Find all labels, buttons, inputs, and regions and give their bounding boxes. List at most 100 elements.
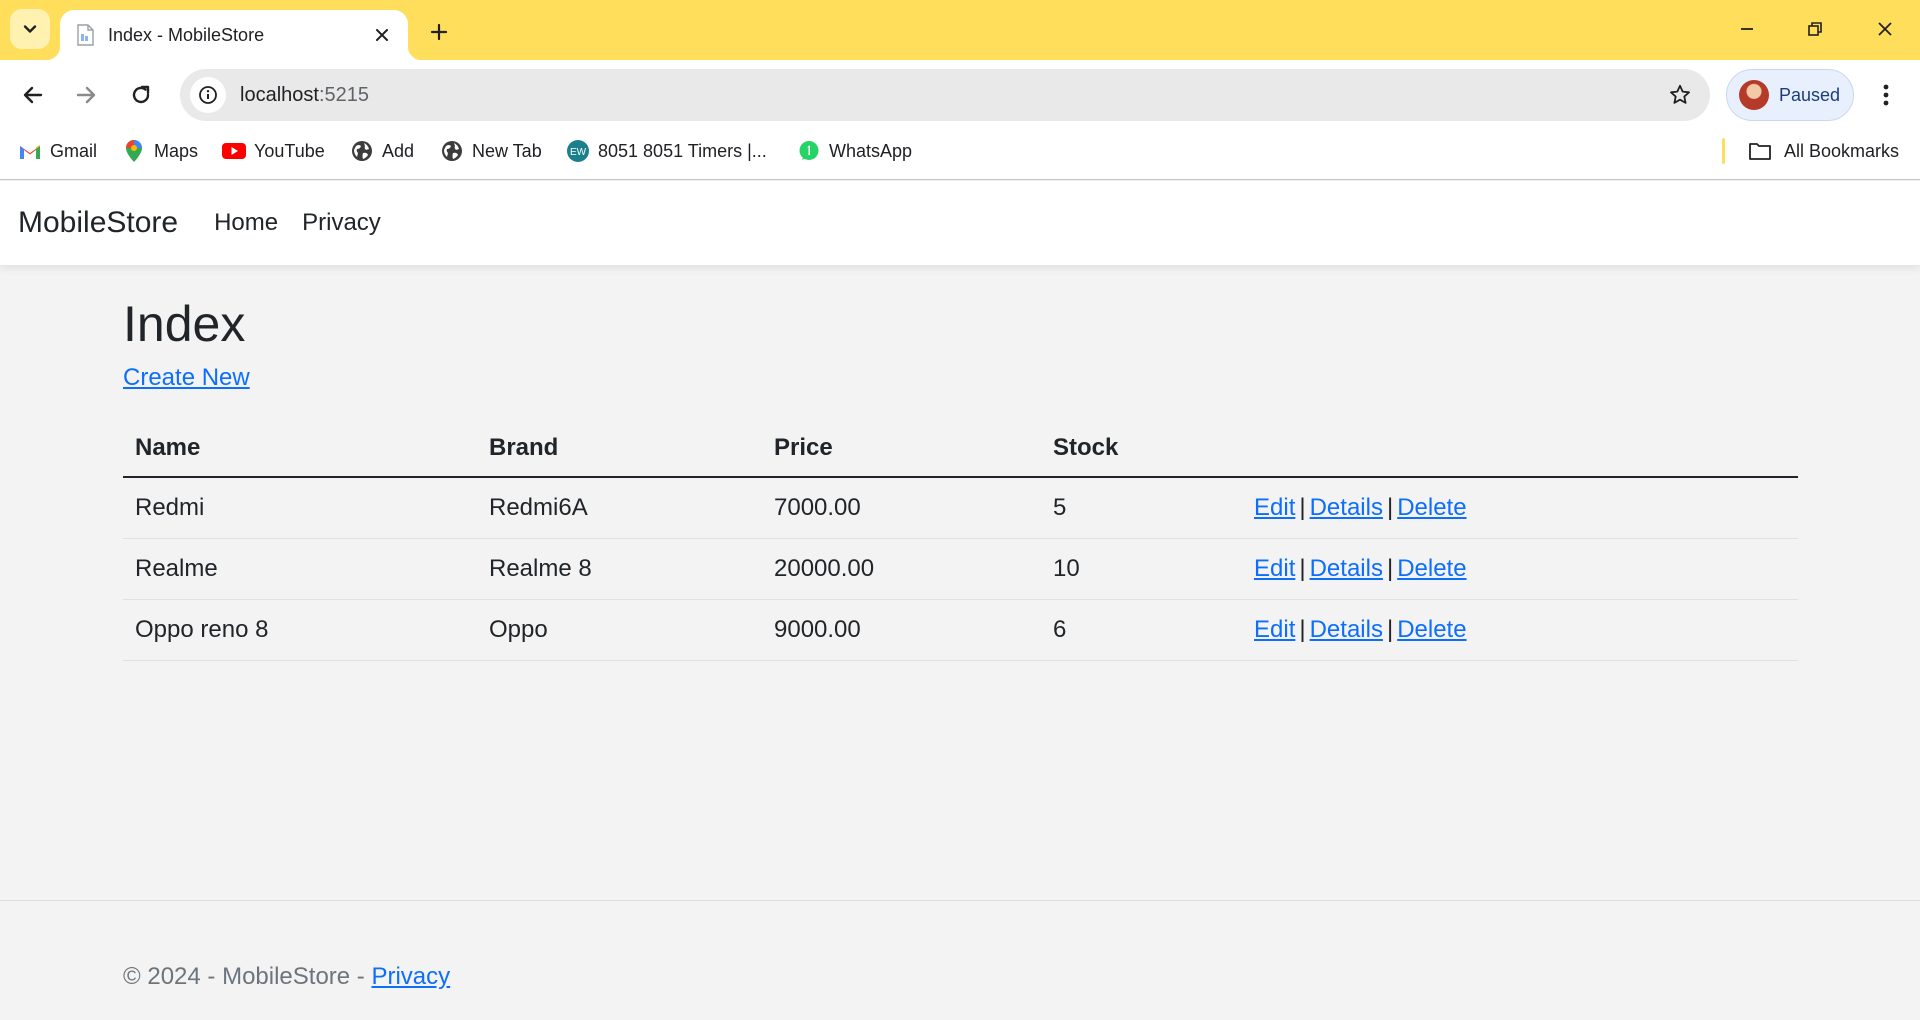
url-host: localhost [240, 83, 319, 106]
column-header-stock: Stock [1041, 422, 1242, 478]
cell-actions: Edit | Details | Delete [1242, 599, 1798, 661]
delete-link[interactable]: Delete [1397, 494, 1466, 521]
column-header-actions [1242, 422, 1798, 478]
footer-text: © 2024 - MobileStore - Privacy [123, 963, 450, 991]
copyright-text: © 2024 - MobileStore - [123, 963, 372, 990]
profile-status: Paused [1779, 84, 1841, 105]
nav-link-home[interactable]: Home [214, 209, 278, 237]
bookmark-youtube[interactable]: YouTube [222, 130, 325, 172]
forward-button[interactable] [65, 74, 107, 116]
bookmark-gmail[interactable]: Gmail [18, 130, 97, 172]
page-title: Index [123, 296, 246, 352]
more-vertical-icon [1883, 84, 1889, 106]
cell-name: Oppo reno 8 [123, 599, 477, 661]
bookmark-maps[interactable]: Maps [122, 130, 198, 172]
maps-icon [122, 139, 146, 163]
edit-link[interactable]: Edit [1254, 616, 1295, 643]
tab-search-button[interactable] [10, 9, 50, 49]
close-icon [1878, 22, 1892, 36]
delete-link[interactable]: Delete [1397, 616, 1466, 643]
cell-name: Redmi [123, 477, 477, 539]
footer-privacy-link[interactable]: Privacy [371, 963, 450, 990]
address-bar[interactable]: localhost:5215 [180, 69, 1710, 121]
action-separator: | [1386, 615, 1394, 643]
new-tab-button[interactable] [422, 15, 456, 49]
bookmark-label: Gmail [50, 140, 98, 161]
youtube-icon [222, 139, 246, 163]
site-info-button[interactable] [190, 77, 226, 113]
action-separator: | [1386, 493, 1394, 521]
tab-strip: Index - MobileStore [0, 0, 1920, 60]
url-port: :5215 [318, 83, 369, 106]
all-bookmarks-label: All Bookmarks [1784, 140, 1900, 161]
cell-actions: Edit | Details | Delete [1242, 477, 1798, 539]
bookmark-label: New Tab [472, 140, 542, 161]
folder-icon [1748, 139, 1772, 163]
nav-link-privacy[interactable]: Privacy [302, 209, 381, 237]
bookmark-8051-timers[interactable]: EW 8051 8051 Timers |... [566, 130, 767, 172]
back-button[interactable] [12, 74, 54, 116]
plus-icon [430, 23, 448, 41]
globe-icon [440, 139, 464, 163]
tab-title: Index - MobileStore [108, 24, 265, 45]
gmail-icon [18, 139, 42, 163]
url-text[interactable]: localhost:5215 [240, 84, 1660, 107]
edit-link[interactable]: Edit [1254, 494, 1295, 521]
app-navbar: MobileStore Home Privacy [0, 181, 1920, 265]
bookmark-label: Add [382, 140, 415, 161]
edit-link[interactable]: Edit [1254, 555, 1295, 582]
browser-toolbar: localhost:5215 Paused [0, 60, 1920, 130]
arrow-left-icon [23, 86, 43, 104]
bookmark-whatsapp[interactable]: WhatsApp [797, 130, 912, 172]
bookmark-new-tab[interactable]: New Tab [440, 130, 542, 172]
tab-close-button[interactable] [370, 23, 394, 47]
page-footer: © 2024 - MobileStore - Privacy [0, 900, 1920, 1020]
details-link[interactable]: Details [1310, 616, 1383, 643]
close-window-button[interactable] [1862, 8, 1908, 50]
products-table: Name Brand Price Stock Redmi Redmi6A 700… [123, 422, 1798, 661]
browser-tab-active[interactable]: Index - MobileStore [46, 10, 422, 60]
action-separator: | [1386, 554, 1394, 582]
details-link[interactable]: Details [1310, 555, 1383, 582]
browser-menu-button[interactable] [1866, 75, 1906, 115]
profile-button[interactable]: Paused [1726, 69, 1854, 121]
minimize-icon [1741, 28, 1753, 30]
table-row: Oppo reno 8 Oppo 9000.00 6 Edit | Details |… [123, 599, 1798, 661]
cell-price: 9000.00 [762, 599, 1041, 661]
chevron-down-icon [23, 25, 37, 33]
cell-price: 20000.00 [762, 538, 1041, 600]
main-content: Index Create New Name Brand Price Stock … [123, 265, 1798, 661]
delete-link[interactable]: Delete [1397, 555, 1466, 582]
minimize-button[interactable] [1724, 8, 1770, 50]
navbar-brand[interactable]: MobileStore [18, 206, 178, 240]
table-row: Redmi Redmi6A 7000.00 5 Edit | Details | Del… [123, 477, 1798, 539]
bookmark-label: Maps [154, 140, 199, 161]
restore-button[interactable] [1792, 8, 1838, 50]
star-icon [1670, 84, 1690, 104]
column-header-brand: Brand [477, 422, 762, 478]
details-link[interactable]: Details [1310, 494, 1383, 521]
page-favicon-icon [74, 23, 96, 47]
bookmark-label: WhatsApp [829, 140, 913, 161]
restore-icon [1808, 22, 1822, 36]
close-icon [376, 29, 388, 41]
cell-brand: Realme 8 [477, 538, 762, 600]
cell-stock: 10 [1041, 538, 1242, 600]
create-new-link[interactable]: Create New [123, 364, 250, 392]
action-separator: | [1299, 615, 1306, 643]
cell-brand: Redmi6A [477, 477, 762, 539]
bookmarks-bar: Gmail Maps YouTube Add New Tab EW 8051 8… [0, 130, 1920, 180]
all-bookmarks-button[interactable]: All Bookmarks [1748, 130, 1899, 172]
bookmark-add[interactable]: Add [350, 130, 414, 172]
ew-icon-letters: EW [570, 147, 587, 158]
cell-stock: 6 [1041, 599, 1242, 661]
bookmarks-divider [1722, 138, 1725, 164]
reload-button[interactable] [120, 74, 162, 116]
table-header-row: Name Brand Price Stock [123, 422, 1798, 478]
cell-actions: Edit | Details | Delete [1242, 538, 1798, 600]
avatar [1739, 80, 1769, 110]
bookmark-star-button[interactable] [1660, 75, 1700, 115]
whatsapp-icon [797, 139, 821, 163]
cell-brand: Oppo [477, 599, 762, 661]
ew-icon: EW [566, 139, 590, 163]
